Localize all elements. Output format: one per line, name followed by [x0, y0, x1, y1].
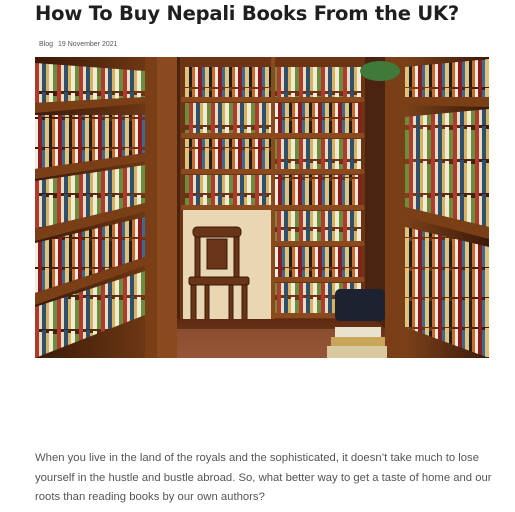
post-date: 19 November 2021	[58, 41, 118, 48]
post-meta: Blog 19 November 2021	[39, 40, 118, 49]
post-category-link[interactable]: Blog	[39, 41, 53, 48]
bookshop-illustration	[35, 57, 489, 358]
post-excerpt: When you live in the land of the royals …	[35, 452, 492, 503]
post-title: How To Buy Nepali Books From the UK?	[35, 2, 459, 25]
featured-image	[35, 57, 489, 358]
